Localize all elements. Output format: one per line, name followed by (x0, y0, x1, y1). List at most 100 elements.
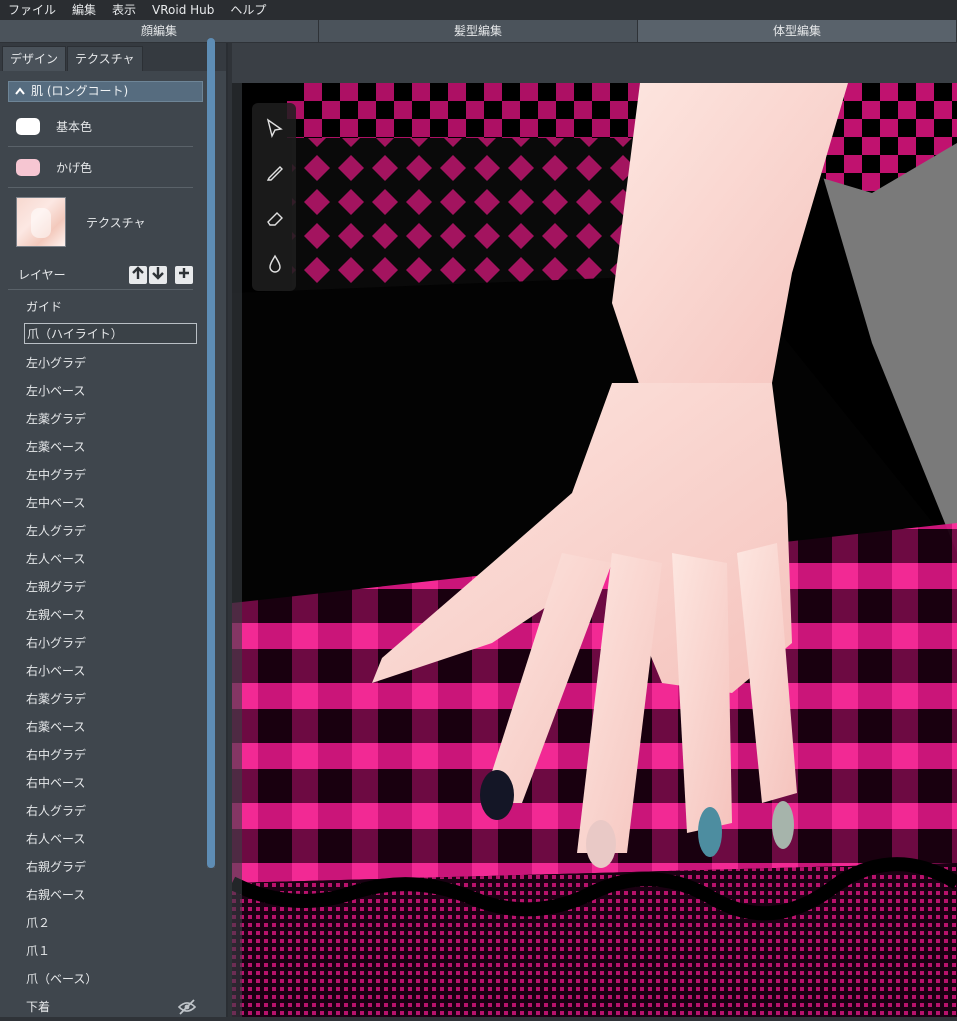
layer-label: 爪２ (26, 916, 51, 930)
layer-label: 爪（ハイライト） (24, 323, 197, 344)
layer-item[interactable]: 右親グラデ (8, 853, 201, 881)
layer-item[interactable]: 左小グラデ (8, 349, 201, 377)
layer-label: 右小グラデ (26, 636, 87, 650)
nail-teal (698, 807, 722, 857)
menu-help[interactable]: ヘルプ (222, 0, 274, 20)
layer-item[interactable]: 爪（ハイライト） (8, 321, 201, 349)
layer-label: 右人ベース (26, 832, 86, 846)
layer-item[interactable]: 右小グラデ (8, 629, 201, 657)
layer-label: ガイド (26, 300, 63, 314)
arrow-down-icon (152, 266, 164, 280)
eraser-tool-button[interactable] (264, 207, 286, 229)
texture-row[interactable]: テクスチャ (8, 191, 193, 253)
texture-label: テクスチャ (86, 215, 146, 230)
nail-black (480, 770, 514, 820)
layer-label: 左薬ベース (26, 440, 86, 454)
layer-item[interactable]: 左親ベース (8, 601, 201, 629)
fill-tool-button[interactable] (264, 253, 286, 275)
layer-item[interactable]: 右人ベース (8, 825, 201, 853)
menu-bar: ファイル 編集 表示 VRoid Hub ヘルプ (0, 0, 957, 20)
menu-vroid-hub[interactable]: VRoid Hub (144, 0, 222, 20)
left-panel: デザイン テクスチャ 肌 (ロングコート) 基本色 かげ色 テクスチャ レイヤー… (0, 43, 228, 1017)
add-layer-button[interactable] (175, 265, 193, 284)
layer-label: 右薬グラデ (26, 692, 87, 706)
layer-header: レイヤー (8, 260, 193, 290)
menu-view[interactable]: 表示 (104, 0, 144, 20)
texture-thumbnail[interactable] (16, 197, 66, 247)
layer-label: 下着 (26, 1000, 51, 1014)
model-render[interactable] (232, 83, 957, 1017)
layer-item[interactable]: 右小ベース (8, 657, 201, 685)
viewport-top-strip (232, 43, 957, 83)
paint-toolbar (252, 103, 296, 291)
layer-item[interactable]: 左人グラデ (8, 517, 201, 545)
tab-face-edit[interactable]: 顔編集 (0, 20, 319, 43)
3d-viewport[interactable] (232, 83, 957, 1017)
tab-hair-edit[interactable]: 髪型編集 (319, 20, 638, 43)
shade-color-label: かげ色 (56, 160, 93, 175)
layer-scrollbar-thumb[interactable] (207, 38, 215, 868)
subtabs: デザイン テクスチャ (0, 43, 226, 71)
section-header-skin[interactable]: 肌 (ロングコート) (8, 81, 203, 102)
move-layer-up-button[interactable] (129, 265, 147, 284)
layer-item[interactable]: 爪（ベース） (8, 965, 201, 993)
layer-label: 爪（ベース） (26, 972, 98, 986)
tab-texture[interactable]: テクスチャ (67, 46, 143, 71)
base-color-swatch[interactable] (16, 117, 40, 135)
shade-color-row[interactable]: かげ色 (8, 147, 193, 188)
nail-sage (772, 801, 794, 849)
layer-title: レイヤー (18, 268, 66, 282)
select-tool-button[interactable] (264, 117, 286, 139)
tab-design[interactable]: デザイン (2, 46, 67, 71)
layer-label: 左中グラデ (26, 468, 87, 482)
section-title: 肌 (ロングコート) (31, 84, 129, 98)
layer-label: 左人ベース (26, 552, 86, 566)
layer-item[interactable]: 左薬ベース (8, 433, 201, 461)
layer-label: 左中ベース (26, 496, 86, 510)
eye-hidden-icon[interactable] (177, 999, 197, 1015)
layer-item[interactable]: ガイド (8, 293, 201, 321)
base-color-label: 基本色 (56, 119, 93, 134)
layer-item[interactable]: 右親ベース (8, 881, 201, 909)
pen-icon (266, 166, 283, 181)
eraser-icon (267, 212, 283, 226)
chevron-up-icon (9, 82, 31, 101)
layer-item[interactable]: 左親グラデ (8, 573, 201, 601)
layer-label: 右親ベース (26, 888, 86, 902)
layer-list: ガイド爪（ハイライト） 左小グラデ左小ベース左薬グラデ左薬ベース左中グラデ左中ベー… (8, 293, 201, 1021)
layer-item[interactable]: 右薬ベース (8, 713, 201, 741)
layer-label: 左小ベース (26, 384, 86, 398)
layer-label: 左小グラデ (26, 356, 87, 370)
layer-item[interactable]: 爪２ (8, 909, 201, 937)
nail-pink (586, 820, 616, 868)
tab-body-edit[interactable]: 体型編集 (638, 20, 957, 43)
layer-item[interactable]: 右人グラデ (8, 797, 201, 825)
layer-item[interactable]: 左薬グラデ (8, 405, 201, 433)
layer-item[interactable]: 左小ベース (8, 377, 201, 405)
layer-label: 左親グラデ (26, 580, 87, 594)
arrow-up-icon (132, 265, 144, 279)
pen-tool-button[interactable] (264, 161, 286, 183)
layer-item[interactable]: 右中グラデ (8, 741, 201, 769)
layer-item[interactable]: 右薬グラデ (8, 685, 201, 713)
shade-color-swatch[interactable] (16, 158, 40, 176)
layer-item[interactable]: 爪１ (8, 937, 201, 965)
menu-edit[interactable]: 編集 (64, 0, 104, 20)
layer-label: 左人グラデ (26, 524, 87, 538)
layer-item[interactable]: 左人ベース (8, 545, 201, 573)
layer-item[interactable]: 右中ベース (8, 769, 201, 797)
layer-label: 右人グラデ (26, 804, 87, 818)
droplet-icon (269, 254, 281, 273)
cursor-icon (266, 118, 283, 139)
layer-item[interactable]: 左中ベース (8, 489, 201, 517)
layer-label: 爪１ (26, 944, 51, 958)
move-layer-down-button[interactable] (149, 265, 167, 284)
plus-icon (179, 267, 189, 278)
layer-item[interactable]: 左中グラデ (8, 461, 201, 489)
mode-tabs: 顔編集 髪型編集 体型編集 (0, 20, 957, 43)
base-color-row[interactable]: 基本色 (8, 106, 193, 147)
layer-label: 左親ベース (26, 608, 86, 622)
layer-label: 右小ベース (26, 664, 86, 678)
layer-label: 右親グラデ (26, 860, 87, 874)
menu-file[interactable]: ファイル (0, 0, 64, 20)
